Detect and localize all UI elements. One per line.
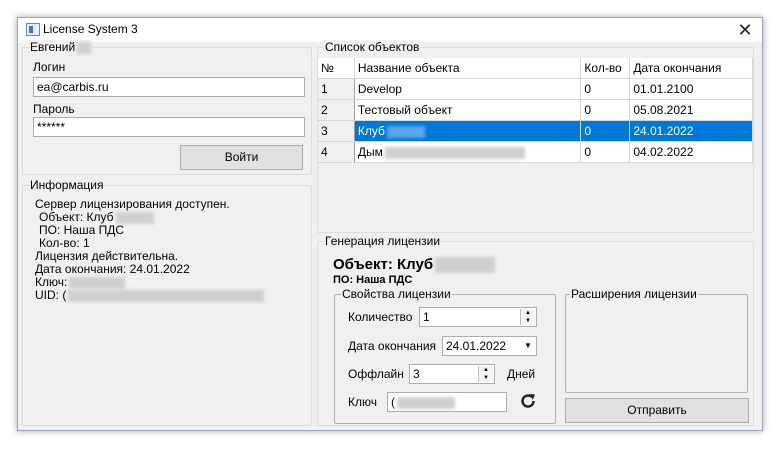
spin-down-icon: ▼ bbox=[525, 318, 531, 324]
app-icon bbox=[26, 23, 40, 36]
expiry-label: Дата окончания bbox=[348, 339, 437, 353]
quantity-stepper[interactable]: 1 ▲ ▼ bbox=[419, 307, 537, 327]
column-header-number[interactable]: № bbox=[318, 58, 355, 79]
quantity-label: Количество bbox=[348, 310, 413, 324]
table-header-row: № Название объекта Кол-во Дата окончания bbox=[318, 58, 753, 79]
key-label: Ключ bbox=[348, 395, 377, 409]
spin-up-icon: ▲ bbox=[525, 310, 531, 316]
spin-buttons[interactable]: ▲ ▼ bbox=[478, 366, 493, 382]
login-group-title: Евгений bbox=[29, 40, 93, 54]
chevron-down-icon[interactable]: ▼ bbox=[520, 337, 536, 355]
refresh-icon[interactable] bbox=[518, 391, 538, 411]
info-line-software: ПО: Наша ПДС bbox=[39, 223, 125, 237]
info-line-status: Сервер лицензирования доступен. bbox=[35, 197, 230, 211]
app-window: License System 3 ✕ Евгений Логин ea@carb… bbox=[17, 17, 763, 431]
info-line-uid: UID: ( bbox=[35, 288, 265, 302]
generation-group: Генерация лицензии Объект: Клуб ПО: Наша… bbox=[317, 234, 754, 426]
row-name: Клуб bbox=[354, 120, 582, 142]
column-header-name[interactable]: Название объекта bbox=[354, 58, 582, 79]
password-label: Пароль bbox=[33, 102, 75, 116]
info-line-expiry: Дата окончания: 24.01.2022 bbox=[35, 262, 190, 276]
login-label: Логин bbox=[33, 60, 66, 74]
generation-group-title: Генерация лицензии bbox=[324, 234, 442, 248]
login-group: Евгений Логин ea@carbis.ru Пароль ******… bbox=[22, 40, 312, 175]
spin-buttons[interactable]: ▲ ▼ bbox=[520, 309, 535, 325]
row-qty: 0 bbox=[580, 141, 631, 163]
offline-unit-label: Дней bbox=[507, 367, 536, 381]
info-line-key: Ключ: bbox=[35, 275, 126, 289]
row-date: 05.08.2021 bbox=[629, 99, 753, 121]
row-number: 2 bbox=[318, 99, 355, 121]
login-input[interactable]: ea@carbis.ru bbox=[33, 77, 305, 97]
row-qty: 0 bbox=[580, 120, 631, 142]
title-bar[interactable]: License System 3 ✕ bbox=[18, 18, 762, 42]
info-line-valid: Лицензия действительна. bbox=[35, 249, 179, 263]
column-header-date[interactable]: Дата окончания bbox=[629, 58, 753, 79]
login-button[interactable]: Войти bbox=[180, 145, 303, 170]
key-input[interactable]: ( bbox=[387, 392, 507, 412]
row-name: Дым bbox=[354, 141, 582, 163]
objects-group-title: Список объектов bbox=[324, 40, 421, 54]
row-date: 04.02.2022 bbox=[629, 141, 753, 163]
info-group-title: Информация bbox=[29, 178, 105, 192]
column-header-qty[interactable]: Кол-во bbox=[580, 58, 631, 79]
spin-up-icon: ▲ bbox=[483, 367, 489, 373]
row-date: 01.01.2100 bbox=[629, 78, 753, 100]
row-date: 24.01.2022 bbox=[629, 120, 753, 142]
table-row[interactable]: 2 Тестовый объект 0 05.08.2021 bbox=[318, 99, 753, 121]
row-number: 4 bbox=[318, 141, 355, 163]
spin-down-icon: ▼ bbox=[483, 375, 489, 381]
info-group: Информация Сервер лицензирования доступе… bbox=[22, 178, 312, 426]
extensions-group: Расширения лицензии bbox=[565, 287, 748, 393]
generation-object-heading: Объект: Клуб bbox=[333, 256, 496, 274]
table-row[interactable]: 1 Develop 0 01.01.2100 bbox=[318, 78, 753, 100]
password-input[interactable]: ****** bbox=[33, 117, 305, 137]
generation-software-heading: ПО: Наша ПДС bbox=[333, 274, 413, 286]
offline-label: Оффлайн bbox=[348, 367, 404, 381]
row-name: Develop bbox=[354, 78, 582, 100]
info-line-object: Объект: Клуб bbox=[39, 210, 154, 224]
row-number: 3 bbox=[318, 120, 355, 142]
row-name: Тестовый объект bbox=[354, 99, 582, 121]
objects-group: Список объектов № Название объекта Кол-в… bbox=[317, 40, 754, 233]
objects-table: № Название объекта Кол-во Дата окончания… bbox=[318, 58, 753, 163]
info-line-quantity: Кол-во: 1 bbox=[39, 236, 90, 250]
license-props-group: Свойства лицензии Количество 1 ▲ ▼ Дата о… bbox=[334, 287, 556, 424]
table-row-selected[interactable]: 3 Клуб 0 24.01.2022 bbox=[318, 120, 753, 142]
close-icon[interactable]: ✕ bbox=[730, 18, 760, 42]
table-row[interactable]: 4 Дым 0 04.02.2022 bbox=[318, 141, 753, 163]
expiry-date-picker[interactable]: 24.01.2022 ▼ bbox=[442, 336, 537, 356]
license-props-title: Свойства лицензии bbox=[341, 287, 452, 301]
row-number: 1 bbox=[318, 78, 355, 100]
row-qty: 0 bbox=[580, 99, 631, 121]
send-button[interactable]: Отправить bbox=[565, 398, 749, 423]
window-title: License System 3 bbox=[43, 22, 138, 36]
extensions-title: Расширения лицензии bbox=[570, 287, 698, 301]
row-qty: 0 bbox=[580, 78, 631, 100]
offline-stepper[interactable]: 3 ▲ ▼ bbox=[409, 364, 495, 384]
